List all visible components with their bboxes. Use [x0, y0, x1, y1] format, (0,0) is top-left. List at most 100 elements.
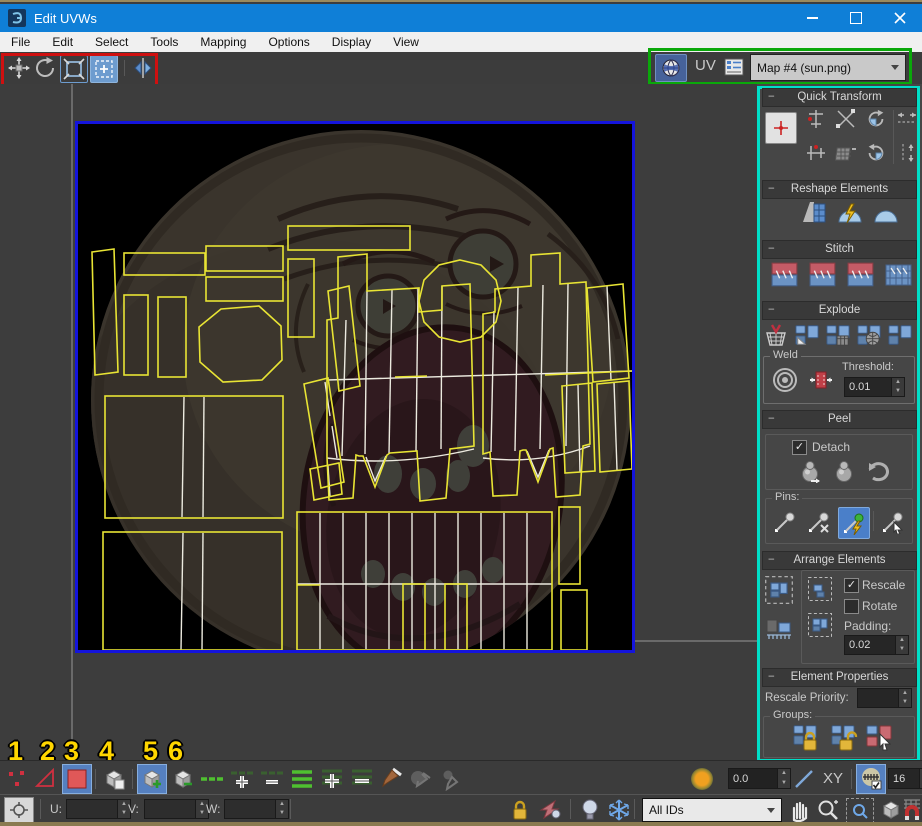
group-button[interactable]	[790, 723, 822, 753]
relax-until-flat-button[interactable]	[799, 198, 829, 228]
weld-threshold-spinner[interactable]: 0.01 ▲▼	[844, 377, 905, 397]
v-value[interactable]	[144, 799, 196, 819]
u-coordinate-spinner[interactable]: ▲▼	[66, 799, 131, 819]
select-group-button[interactable]	[864, 723, 896, 753]
grid-snap-button[interactable]	[856, 764, 886, 794]
threshold-value[interactable]: 0.01	[844, 377, 892, 397]
zoom-extents-button[interactable]	[878, 797, 904, 823]
align-cross-button[interactable]	[833, 106, 859, 132]
paint-grow-button[interactable]	[408, 765, 434, 793]
pack-normalize-button[interactable]	[763, 574, 795, 606]
zoom-region-button[interactable]	[846, 798, 874, 824]
padding-value[interactable]: 0.02	[844, 635, 896, 655]
vertex-mode-button[interactable]	[4, 766, 30, 792]
face-mode-button[interactable]	[62, 764, 92, 794]
pack-region-button[interactable]	[806, 611, 834, 639]
section-arrange-elements[interactable]: −Arrange Elements	[762, 551, 917, 570]
minimize-button[interactable]	[790, 4, 834, 32]
auto-pin-button[interactable]	[838, 507, 870, 539]
menu-select[interactable]: Select	[84, 32, 139, 52]
space-horizontal-button[interactable]	[895, 106, 919, 132]
section-explode[interactable]: −Explode	[762, 301, 917, 320]
menu-tools[interactable]: Tools	[139, 32, 189, 52]
pan-button[interactable]	[786, 797, 812, 823]
grow-loop-button[interactable]	[228, 765, 256, 793]
uv-editor-canvas[interactable]	[0, 84, 757, 760]
rescale-checkbox[interactable]: ✓	[844, 578, 859, 593]
stitch-average-button[interactable]	[845, 260, 877, 290]
w-spin-buttons[interactable]: ▲▼	[276, 799, 289, 819]
pack-full-button[interactable]	[806, 575, 834, 603]
snap-toggle-button[interactable]	[902, 797, 922, 823]
lock-selection-button[interactable]	[508, 797, 532, 823]
uv-space[interactable]	[75, 121, 635, 653]
weld-target-button[interactable]	[770, 365, 800, 395]
stitch-target-button[interactable]	[883, 260, 915, 290]
falloff-curve-button[interactable]	[792, 766, 816, 792]
u-value[interactable]	[66, 799, 118, 819]
grow-ring-button[interactable]	[318, 765, 346, 793]
hide-selected-button[interactable]	[536, 797, 566, 823]
stitch-custom-button[interactable]	[769, 260, 801, 290]
paint-select-button[interactable]	[378, 765, 404, 793]
rotate-checkbox[interactable]	[844, 599, 859, 614]
grid-size-value[interactable]: 16	[888, 768, 920, 789]
priority-spin-buttons[interactable]: ▲▼	[899, 688, 912, 708]
relax-button[interactable]	[871, 198, 901, 228]
menu-mapping[interactable]: Mapping	[189, 32, 257, 52]
edge-ring-button[interactable]	[288, 765, 316, 793]
paint-shrink-button[interactable]	[438, 765, 464, 793]
show-hidden-button[interactable]	[578, 797, 602, 823]
flatten-custom-button[interactable]	[886, 321, 914, 349]
falloff-space-button[interactable]: XY	[818, 766, 848, 790]
ungroup-button[interactable]	[828, 723, 860, 753]
peel-mode-button[interactable]	[830, 457, 858, 485]
element-mode-button[interactable]	[100, 765, 128, 793]
close-button[interactable]	[878, 4, 922, 32]
flatten-by-material-button[interactable]	[824, 321, 852, 349]
section-peel[interactable]: −Peel	[762, 410, 917, 429]
maximize-button[interactable]	[834, 4, 878, 32]
flatten-by-angle-button[interactable]	[793, 321, 821, 349]
w-coordinate-spinner[interactable]: ▲▼	[224, 799, 289, 819]
section-quick-transform[interactable]: −Quick Transform	[762, 88, 917, 107]
rescale-priority-spinner[interactable]: ▲▼	[857, 688, 912, 708]
grid-align-button[interactable]	[833, 140, 859, 166]
space-vertical-button[interactable]	[895, 140, 919, 166]
pack-together-button[interactable]	[763, 614, 795, 646]
section-element-properties[interactable]: −Element Properties	[762, 668, 917, 687]
menu-file[interactable]: File	[0, 32, 41, 52]
w-value[interactable]	[224, 799, 276, 819]
grow-selection-button[interactable]	[137, 764, 167, 794]
shrink-loop-button[interactable]	[258, 765, 286, 793]
select-pinned-button[interactable]	[878, 507, 908, 537]
rotate-cw-button[interactable]	[863, 106, 889, 132]
section-stitch[interactable]: −Stitch	[762, 240, 917, 259]
v-coordinate-spinner[interactable]: ▲▼	[144, 799, 209, 819]
align-vertical-button[interactable]	[803, 106, 829, 132]
pin-tool-button[interactable]	[770, 507, 800, 537]
flatten-by-smoothing-button[interactable]	[762, 321, 790, 349]
weld-selected-button[interactable]	[806, 365, 836, 395]
menu-edit[interactable]: Edit	[41, 32, 84, 52]
menu-options[interactable]: Options	[257, 32, 320, 52]
quick-peel-button[interactable]	[796, 457, 824, 485]
edge-mode-button[interactable]	[32, 766, 58, 792]
soft-selection-falloff-button[interactable]	[690, 767, 714, 791]
zoom-button[interactable]	[814, 797, 842, 823]
unpin-tool-button[interactable]	[804, 507, 834, 537]
section-reshape-elements[interactable]: −Reshape Elements	[762, 180, 917, 199]
rotate-ccw-button[interactable]	[863, 140, 889, 166]
shrink-ring-button[interactable]	[348, 765, 376, 793]
relax-fast-button[interactable]	[835, 198, 865, 228]
grid-size-spinner[interactable]: 16 ▲▼	[888, 768, 922, 789]
stitch-source-button[interactable]	[807, 260, 839, 290]
menu-display[interactable]: Display	[321, 32, 382, 52]
padding-spin-buttons[interactable]: ▲▼	[896, 635, 909, 655]
material-id-filter-dropdown[interactable]: All IDs	[642, 798, 782, 822]
reset-peel-button[interactable]	[864, 457, 892, 485]
detach-checkbox[interactable]: ✓	[792, 440, 807, 455]
menu-view[interactable]: View	[382, 32, 430, 52]
absolute-coords-button[interactable]	[4, 797, 34, 823]
move-selected-button[interactable]	[765, 112, 797, 144]
